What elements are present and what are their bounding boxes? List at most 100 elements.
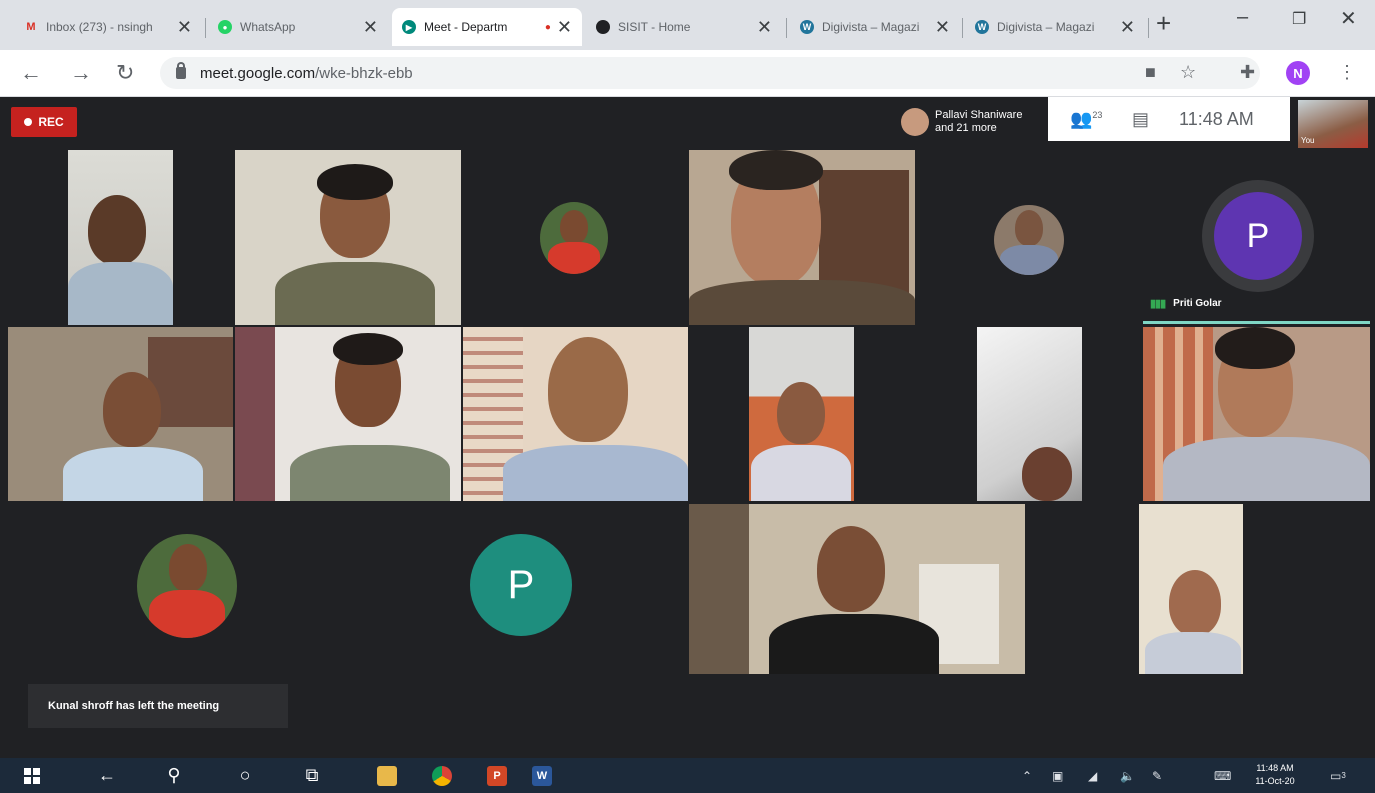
network-icon[interactable]: ◢: [1088, 758, 1097, 793]
participant-tile[interactable]: [8, 150, 233, 325]
participant-face: [548, 337, 628, 442]
star-icon[interactable]: ☆: [1180, 62, 1196, 83]
chrome-icon[interactable]: [430, 758, 454, 793]
cortana-icon[interactable]: ○: [233, 758, 257, 793]
tab-whatsapp[interactable]: ● WhatsApp ✕: [208, 8, 388, 46]
reload-button[interactable]: ↻: [116, 60, 134, 86]
active-speaker-highlight: [1143, 321, 1370, 324]
presenter-info[interactable]: Pallavi Shaniware and 21 more: [895, 103, 1045, 141]
meet-icon: ▶: [402, 20, 416, 34]
close-icon[interactable]: ✕: [1120, 17, 1135, 38]
notifications-icon[interactable]: ▭ 3: [1330, 758, 1346, 793]
participant-name: Priti Golar: [1173, 298, 1222, 309]
word-icon[interactable]: W: [530, 758, 554, 793]
close-icon[interactable]: ✕: [935, 17, 950, 38]
restore-button[interactable]: ❐: [1292, 9, 1306, 29]
tab-title: Meet - Departm: [424, 20, 508, 34]
rec-label: REC: [38, 115, 64, 129]
menu-icon[interactable]: ⋮: [1338, 62, 1356, 83]
participant-tile[interactable]: [1027, 504, 1357, 674]
address-bar[interactable]: meet.google.com/wke-bhzk-ebb: [160, 57, 1260, 89]
tab-gmail[interactable]: M Inbox (273) - nsingh ✕: [14, 8, 202, 46]
participant-tile[interactable]: [1143, 327, 1370, 501]
close-window-button[interactable]: ✕: [1340, 6, 1357, 31]
minimize-button[interactable]: –: [1237, 6, 1248, 29]
tab-digivista-1[interactable]: W Digivista – Magazi ✕: [790, 8, 960, 46]
forward-button[interactable]: →: [70, 60, 92, 86]
show-hidden-icons[interactable]: ⌃: [1022, 758, 1032, 793]
tab-title: SISIT - Home: [618, 20, 691, 34]
system-clock[interactable]: 11:48 AM 11-Oct-20: [1250, 762, 1300, 788]
speaking-indicator: ▮▮▮ Priti Golar: [1150, 297, 1222, 310]
clock-time: 11:48 AM: [1256, 763, 1294, 773]
file-explorer-icon[interactable]: [375, 758, 399, 793]
browser-toolbar: ← → ↻ meet.google.com/wke-bhzk-ebb ■ ☆ ✚…: [0, 50, 1375, 97]
participant-tile[interactable]: [689, 327, 915, 501]
participant-face: [817, 526, 885, 612]
tab-title: WhatsApp: [240, 20, 296, 34]
back-button[interactable]: ←: [20, 60, 42, 86]
participant-tile[interactable]: [463, 327, 688, 501]
meeting-clock: 11:48 AM: [1179, 108, 1254, 129]
close-icon[interactable]: ✕: [757, 17, 772, 38]
participant-face: [1169, 570, 1221, 636]
notification-toast: Kunal shroff has left the meeting: [28, 684, 288, 728]
close-icon[interactable]: ✕: [557, 17, 572, 38]
tab-title: Digivista – Magazi: [822, 20, 920, 34]
keyboard-icon[interactable]: ⌨: [1214, 758, 1231, 793]
profile-avatar[interactable]: N: [1286, 61, 1310, 85]
participant-tile[interactable]: [689, 504, 1025, 674]
pen-icon[interactable]: ✎: [1152, 758, 1162, 793]
self-label: You: [1301, 136, 1315, 145]
start-button[interactable]: [22, 758, 42, 793]
record-dot-icon: [24, 118, 33, 126]
browser-tab-strip: M Inbox (273) - nsingh ✕ ● WhatsApp ✕ ▶ …: [0, 0, 1375, 50]
people-button[interactable]: 👥23: [1070, 109, 1110, 130]
task-view-icon[interactable]: ⧉: [300, 758, 324, 793]
self-view-tile[interactable]: You: [1298, 100, 1368, 148]
participant-tile[interactable]: [235, 327, 461, 501]
avatar: [901, 108, 929, 136]
back-arrow-icon[interactable]: ←: [95, 758, 119, 793]
participant-tile-large[interactable]: P: [22, 504, 688, 674]
meet-tray-icon[interactable]: ▣: [1052, 758, 1063, 793]
participant-tile[interactable]: P: [1143, 150, 1370, 321]
tab-title: Inbox (273) - nsingh: [46, 20, 153, 34]
powerpoint-icon[interactable]: P: [485, 758, 509, 793]
participant-tile[interactable]: [463, 150, 688, 325]
people-icon: 👥: [1070, 108, 1093, 129]
participant-tile[interactable]: [689, 150, 915, 325]
avatar-letter: P: [470, 534, 572, 636]
participant-face: [88, 195, 146, 265]
participant-tile[interactable]: [235, 150, 461, 325]
participant-face: [1022, 447, 1072, 501]
participant-avatar-photo: [540, 202, 608, 274]
participant-face: [777, 382, 825, 444]
search-icon[interactable]: ⚲: [162, 758, 186, 793]
tab-digivista-2[interactable]: W Digivista – Magazi ✕: [965, 8, 1145, 46]
meet-controls: 👥23 ▤ 11:48 AM: [1048, 97, 1290, 141]
tab-title: Digivista – Magazi: [997, 20, 1095, 34]
presenter-name: Pallavi Shaniware: [935, 109, 1023, 121]
volume-icon[interactable]: 🔈: [1120, 758, 1135, 793]
participant-avatar-photo: [137, 534, 237, 638]
close-icon[interactable]: ✕: [177, 17, 192, 38]
wordpress-icon: W: [800, 20, 814, 34]
windows-taskbar: ← ⚲ ○ ⧉ P W ⌃ ▣ ◢ 🔈 ✎ ⌨ 11:48 AM 11-Oct-…: [0, 758, 1375, 793]
recording-indicator: REC: [11, 107, 77, 137]
participant-avatar-photo: [994, 205, 1064, 275]
people-count: 23: [1092, 109, 1103, 120]
extensions-icon[interactable]: ✚: [1240, 62, 1255, 83]
close-icon[interactable]: ✕: [363, 17, 378, 38]
audio-level-icon: ▮▮▮: [1150, 298, 1166, 310]
camera-icon[interactable]: ■: [1145, 62, 1156, 83]
participant-tile[interactable]: [8, 327, 233, 501]
participant-tile[interactable]: [917, 327, 1142, 501]
chat-icon[interactable]: ▤: [1132, 109, 1149, 130]
new-tab-button[interactable]: +: [1156, 8, 1171, 39]
meet-top-bar: Pallavi Shaniware and 21 more 👥23 ▤ 11:4…: [895, 97, 1375, 148]
tab-meet[interactable]: ▶ Meet - Departm ● ✕: [392, 8, 582, 46]
clock-date: 11-Oct-20: [1255, 776, 1295, 786]
participant-tile[interactable]: [917, 150, 1142, 325]
tab-sisit[interactable]: SISIT - Home ✕: [586, 8, 782, 46]
